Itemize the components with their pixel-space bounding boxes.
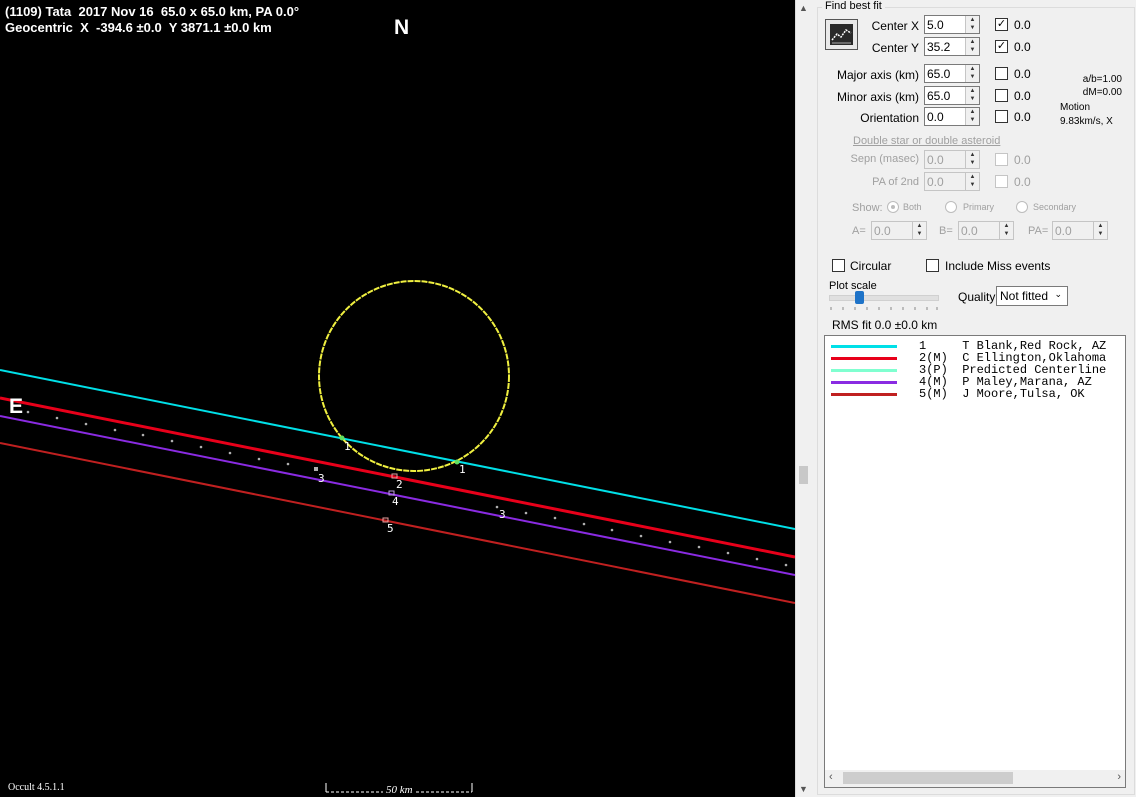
spinner-icon[interactable]: ▲ ▼ [965, 173, 979, 190]
spinner-icon[interactable]: ▲ ▼ [965, 65, 979, 82]
header-line-1: (1109) Tata 2017 Nov 16 65.0 x 65.0 km, … [5, 4, 300, 19]
orientation-uncertainty: 0.0 [1014, 110, 1031, 124]
motion-label: Motion [1060, 102, 1091, 113]
center-x-label: Center X [871, 19, 919, 33]
sepn-uncertainty: 0.0 [1014, 153, 1031, 167]
pa-label: PA= [1028, 225, 1049, 237]
a-input[interactable]: 0.0 ▲ ▼ [871, 221, 927, 240]
fit-panel: Find best fit Center X 5.0 ▲ ▼ ✓ 0.0 Cente… [812, 0, 1136, 797]
spinner-icon[interactable]: ▲ ▼ [1093, 222, 1107, 239]
center-y-uncertainty: 0.0 [1014, 40, 1031, 54]
center-x-checkbox[interactable]: ✓ [995, 18, 1008, 31]
radio-primary-label: Primary [963, 202, 994, 212]
sepn-label: Sepn (masec) [850, 153, 919, 165]
pa2-checkbox[interactable] [995, 175, 1008, 188]
chord-label: 1 [459, 463, 466, 476]
observer-legend-list[interactable]: 1 T Blank,Red Rock, AZ 2(M) C Ellington,… [824, 335, 1126, 788]
center-y-checkbox[interactable]: ✓ [995, 40, 1008, 53]
pa2-label: PA of 2nd [872, 176, 919, 188]
orientation-checkbox[interactable] [995, 110, 1008, 123]
center-y-input[interactable]: 35.2 ▲ ▼ [924, 37, 980, 56]
spinner-icon[interactable]: ▲ ▼ [965, 151, 979, 168]
a-label: A= [852, 225, 866, 237]
minor-axis-uncertainty: 0.0 [1014, 89, 1031, 103]
double-star-link[interactable]: Double star or double asteroid [853, 135, 1000, 147]
spinner-icon[interactable]: ▲ ▼ [965, 108, 979, 125]
slider-ticks [830, 307, 938, 310]
scale-label: 50 km [383, 784, 416, 796]
center-x-input[interactable]: 5.0 ▲ ▼ [924, 15, 980, 34]
plot-scale-label: Plot scale [829, 280, 877, 292]
center-y-label: Center Y [871, 41, 919, 55]
quality-label: Quality [958, 290, 996, 304]
circular-checkbox[interactable] [832, 259, 845, 272]
ab-ratio: a/b=1.00 [1082, 74, 1122, 85]
scroll-right-icon[interactable]: › [1117, 771, 1121, 783]
minor-axis-label: Minor axis (km) [836, 90, 919, 104]
radio-primary[interactable] [945, 201, 957, 213]
sepn-input[interactable]: 0.0 ▲ ▼ [924, 150, 980, 169]
radio-both-label: Both [903, 202, 922, 212]
find-fit-button[interactable] [825, 19, 858, 50]
east-label: E [9, 395, 24, 418]
chord-label: 5 [387, 522, 394, 535]
radio-both[interactable] [887, 201, 899, 213]
chord-label: 2 [396, 478, 403, 491]
spinner-icon[interactable]: ▲ ▼ [965, 87, 979, 104]
major-axis-label: Major axis (km) [836, 68, 919, 82]
scroll-down-icon[interactable]: ▼ [799, 784, 808, 794]
chart-fit-icon [830, 24, 853, 45]
north-label: N [394, 16, 410, 39]
scroll-thumb[interactable] [799, 466, 808, 484]
plot-canvas: 1 1 2 3 3 4 5 [0, 280, 795, 793]
radio-secondary-label: Secondary [1033, 202, 1077, 212]
chord-label: 3 [318, 472, 325, 485]
b-input[interactable]: 0.0 ▲ ▼ [958, 221, 1014, 240]
minor-axis-checkbox[interactable] [995, 89, 1008, 102]
major-axis-checkbox[interactable] [995, 67, 1008, 80]
chord-label: 1 [344, 440, 351, 453]
version-label: Occult 4.5.1.1 [8, 782, 65, 793]
major-axis-input[interactable]: 65.0 ▲ ▼ [924, 64, 980, 83]
scroll-left-icon[interactable]: ‹ [829, 771, 833, 783]
sepn-checkbox[interactable] [995, 153, 1008, 166]
chord-5-line [0, 442, 795, 604]
circular-label: Circular [850, 259, 892, 273]
dm-value: dM=0.00 [1082, 87, 1122, 98]
scroll-up-icon[interactable]: ▲ [799, 3, 808, 13]
spinner-icon[interactable]: ▲ ▼ [965, 16, 979, 33]
list-item[interactable]: 5(M) J Moore,Tulsa, OK [825, 387, 1125, 401]
include-miss-checkbox[interactable] [926, 259, 939, 272]
pa-input[interactable]: 0.0 ▲ ▼ [1052, 221, 1108, 240]
orientation-label: Orientation [860, 111, 919, 125]
pa2-uncertainty: 0.0 [1014, 175, 1031, 189]
find-best-fit-title: Find best fit [822, 0, 885, 12]
motion-value: 9.83km/s, X [1060, 116, 1113, 127]
chevron-down-icon: ⌄ [1054, 289, 1062, 299]
chord-label: 4 [392, 495, 399, 508]
header-line-2: Geocentric X -394.6 ±0.0 Y 3871.1 ±0.0 k… [5, 20, 272, 35]
spinner-icon[interactable]: ▲ ▼ [965, 38, 979, 55]
occultation-plot[interactable]: 1 1 2 3 3 4 5 (1109) Tata 2017 Nov 16 65… [0, 0, 795, 797]
spinner-icon[interactable]: ▲ ▼ [999, 222, 1013, 239]
orientation-input[interactable]: 0.0 ▲ ▼ [924, 107, 980, 126]
pa2-input[interactable]: 0.0 ▲ ▼ [924, 172, 980, 191]
slider-knob[interactable] [855, 291, 864, 304]
minor-axis-input[interactable]: 65.0 ▲ ▼ [924, 86, 980, 105]
legend-horizontal-scrollbar[interactable]: ‹ › [825, 770, 1125, 787]
spinner-icon[interactable]: ▲ ▼ [912, 222, 926, 239]
b-label: B= [939, 225, 953, 237]
plot-scale-slider[interactable] [829, 291, 939, 304]
scroll-thumb[interactable] [843, 772, 1013, 784]
quality-select[interactable]: Not fitted ⌄ [996, 286, 1068, 306]
chord-label: 3 [499, 508, 506, 521]
rms-fit: RMS fit 0.0 ±0.0 km [832, 318, 938, 332]
show-label: Show: [852, 202, 883, 214]
predicted-centerline-dots [26, 410, 788, 567]
vertical-splitter-scrollbar[interactable]: ▲ ▼ [795, 0, 812, 797]
center-x-uncertainty: 0.0 [1014, 18, 1031, 32]
include-miss-label: Include Miss events [945, 259, 1051, 273]
radio-secondary[interactable] [1016, 201, 1028, 213]
major-axis-uncertainty: 0.0 [1014, 67, 1031, 81]
